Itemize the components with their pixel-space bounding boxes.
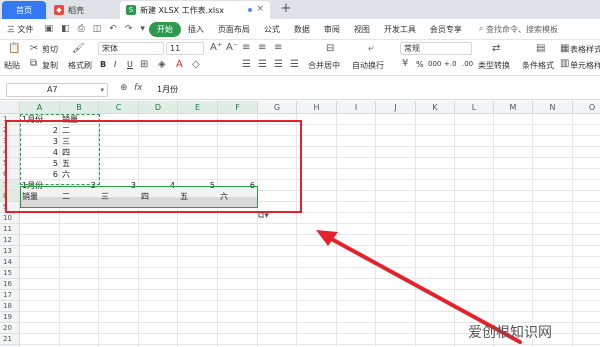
annotation-arrow [316,230,522,344]
watermark: 爱创根知识网 [468,325,552,341]
spreadsheet-app: 首页 ◆ 稻壳 S 新建 XLSX 工作表.xlsx × + 三 文件 ▣ ◧ … [0,0,600,347]
